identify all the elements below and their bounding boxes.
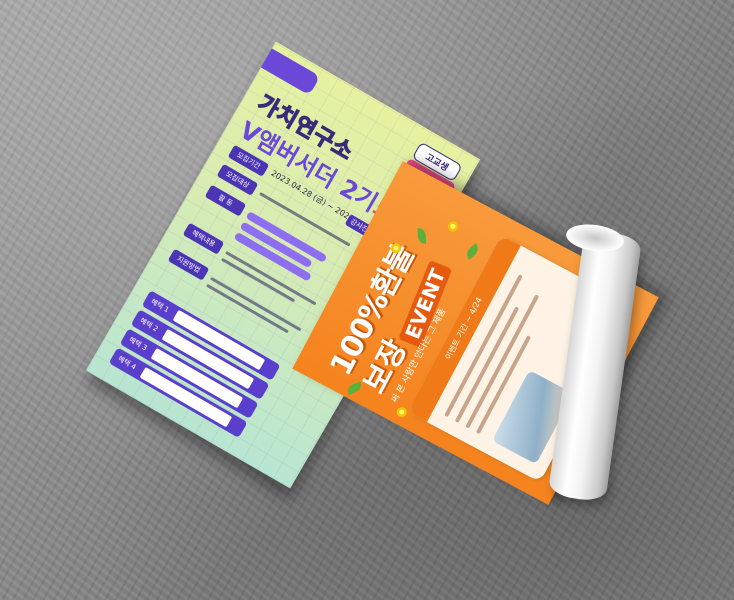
benefit-tab-label: 혜택 4 — [116, 354, 138, 372]
benefit-tab-label: 혜택 2 — [138, 316, 160, 334]
flower-icon — [446, 219, 460, 234]
flower-icon — [394, 405, 409, 419]
benefit-tab-label: 혜택 1 — [149, 297, 171, 315]
benefit-tab-label: 혜택 3 — [127, 335, 149, 353]
leaf-icon — [345, 381, 364, 395]
leaf-icon — [463, 243, 482, 260]
leaf-icon — [417, 227, 427, 245]
